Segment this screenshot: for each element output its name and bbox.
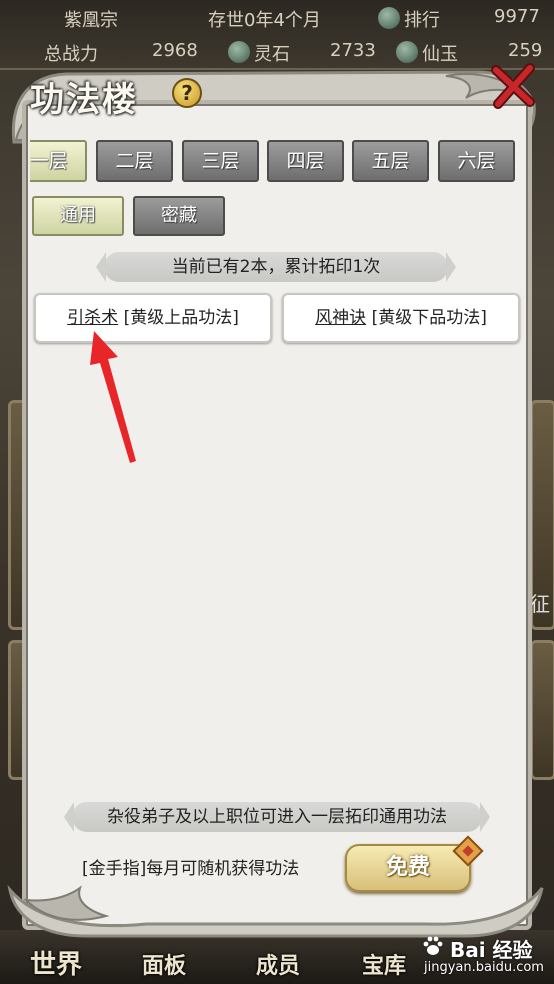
top-status-bar: 紫凰宗 存世0年4个月 排行 9977 总战力 2968 灵石 2733 仙玉 … [0,0,554,70]
nav-members[interactable]: 成员 [256,948,300,980]
watermark-brand: Bai 经验 [450,938,533,962]
nav-treasury[interactable]: 宝库 [362,948,406,980]
power-value: 2968 [152,40,198,61]
nav-world[interactable]: 世界 [30,944,82,981]
book-grade: [黄级下品功法] [371,308,487,328]
tab-floor-6[interactable]: 六层 [438,140,515,182]
sect-name: 紫凰宗 [64,10,118,31]
rank-icon [378,7,400,29]
tab-floor-1[interactable]: 一层 [30,140,87,182]
spirit-stone-value: 2733 [330,40,376,61]
tab-floor-2[interactable]: 二层 [96,140,173,182]
red-arrow-annotation [90,331,136,463]
tab-secret[interactable]: 密藏 [133,196,225,236]
book-name[interactable]: 风神诀 [315,308,366,328]
tab-floor-5[interactable]: 五层 [352,140,429,182]
right-side-frame-2 [530,640,554,780]
spirit-stone-label: 灵石 [254,44,290,65]
dialog-title: 功法楼 [30,80,138,120]
golden-finger-text: [金手指]每月可随机获得功法 [82,859,300,879]
nav-panel[interactable]: 面板 [142,948,186,980]
requirement-banner: 杂役弟子及以上职位可进入一层拓印通用功法 [64,802,490,832]
book-card-1[interactable]: 引杀术 [黄级上品功法] [34,293,272,343]
watermark-url: jingyan.baidu.com [424,960,544,975]
tab-floor-4[interactable]: 四层 [267,140,344,182]
baidu-paw-icon [423,936,443,955]
jade-value: 259 [508,40,543,61]
rank-label[interactable]: 排行 [404,6,440,32]
jade-icon [396,41,418,63]
top-row-1: 紫凰宗 存世0年4个月 排行 9977 [0,2,554,36]
rank-value: 9977 [494,6,540,27]
tab-floor-3[interactable]: 三层 [182,140,259,182]
floor-tabs: 一层 二层 三层 四层 五层 六层 [30,138,522,186]
side-glyph: 征 [530,592,550,616]
power-label: 总战力 [44,44,98,65]
scroll-bottom-decoration [7,884,544,938]
close-icon[interactable] [490,62,538,110]
book-card-2[interactable]: 风神诀 [黄级下品功法] [282,293,520,343]
jade-label: 仙玉 [422,44,458,65]
help-icon[interactable]: ? [172,78,202,108]
spirit-stone-icon [228,41,250,63]
era-text: 存世0年4个月 [208,10,321,31]
status-banner: 当前已有2本，累计拓印1次 [96,252,456,282]
tab-general[interactable]: 通用 [32,196,124,236]
